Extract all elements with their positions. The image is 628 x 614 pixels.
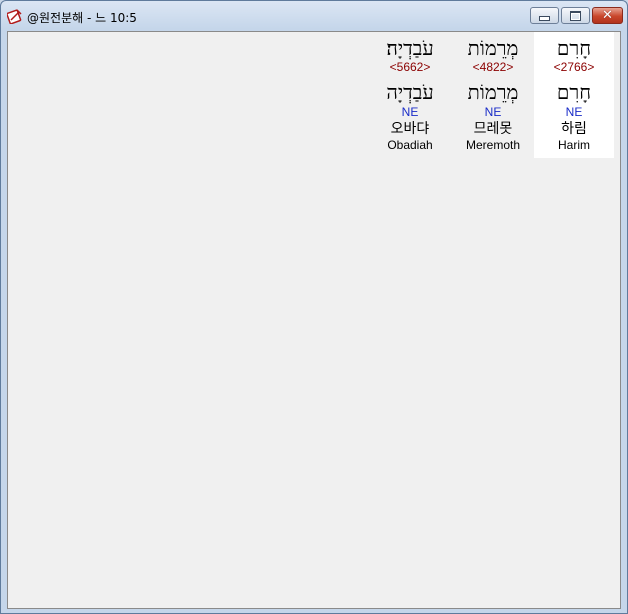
minimize-button[interactable] xyxy=(530,7,559,24)
strong-number-link[interactable]: <2766> xyxy=(534,60,614,74)
app-window: @원전분해 - 느 10:5 ✕ חָרִם <2766> חָרִם NE 하… xyxy=(0,0,628,614)
hebrew-lemma: עֹבַדְיָה xyxy=(386,80,434,104)
part-of-speech: NE xyxy=(565,105,583,119)
close-icon: ✕ xyxy=(602,8,613,23)
app-icon[interactable] xyxy=(7,8,23,24)
title-bar[interactable]: @원전분해 - 느 10:5 ✕ xyxy=(1,1,627,31)
english-gloss: Obadiah xyxy=(387,138,433,152)
word-column-obadiah[interactable]: עֹבַדְיָה׃ <5662> עֹבַדְיָה NE 오바댜 Obadi… xyxy=(370,32,450,152)
korean-gloss: 오바댜 xyxy=(390,121,430,137)
hebrew-lemma: חָרִם xyxy=(556,80,592,104)
hebrew-lemma: מְרֵמוֹת xyxy=(467,80,519,104)
window-title: @원전분해 - 느 10:5 xyxy=(27,11,137,25)
hebrew-word: עֹבַדְיָה׃ xyxy=(386,36,434,60)
part-of-speech: NE xyxy=(401,105,419,119)
korean-gloss: 하림 xyxy=(561,121,587,137)
word-column-meremoth[interactable]: מְרֵמוֹת <4822> מְרֵמוֹת NE 므레못 Meremoth xyxy=(452,32,534,152)
maximize-button[interactable] xyxy=(561,7,590,24)
word-column-harim[interactable]: חָרִם <2766> חָרִם NE 하림 Harim xyxy=(534,32,614,158)
hebrew-word: חָרִם xyxy=(556,36,592,60)
maximize-icon xyxy=(562,8,589,23)
hebrew-word: מְרֵמוֹת xyxy=(467,36,519,60)
english-gloss: Meremoth xyxy=(465,138,521,152)
analysis-pane[interactable]: חָרִם <2766> חָרִם NE 하림 Harim מְרֵמוֹת … xyxy=(7,31,621,609)
english-gloss: Harim xyxy=(558,138,590,152)
korean-gloss: 므레못 xyxy=(473,121,513,137)
strong-number-link[interactable]: <4822> xyxy=(452,60,534,74)
close-button[interactable]: ✕ xyxy=(592,7,623,24)
part-of-speech: NE xyxy=(484,105,502,119)
minimize-icon xyxy=(531,8,558,23)
strong-number-link[interactable]: <5662> xyxy=(370,60,450,74)
window-controls: ✕ xyxy=(530,7,623,25)
